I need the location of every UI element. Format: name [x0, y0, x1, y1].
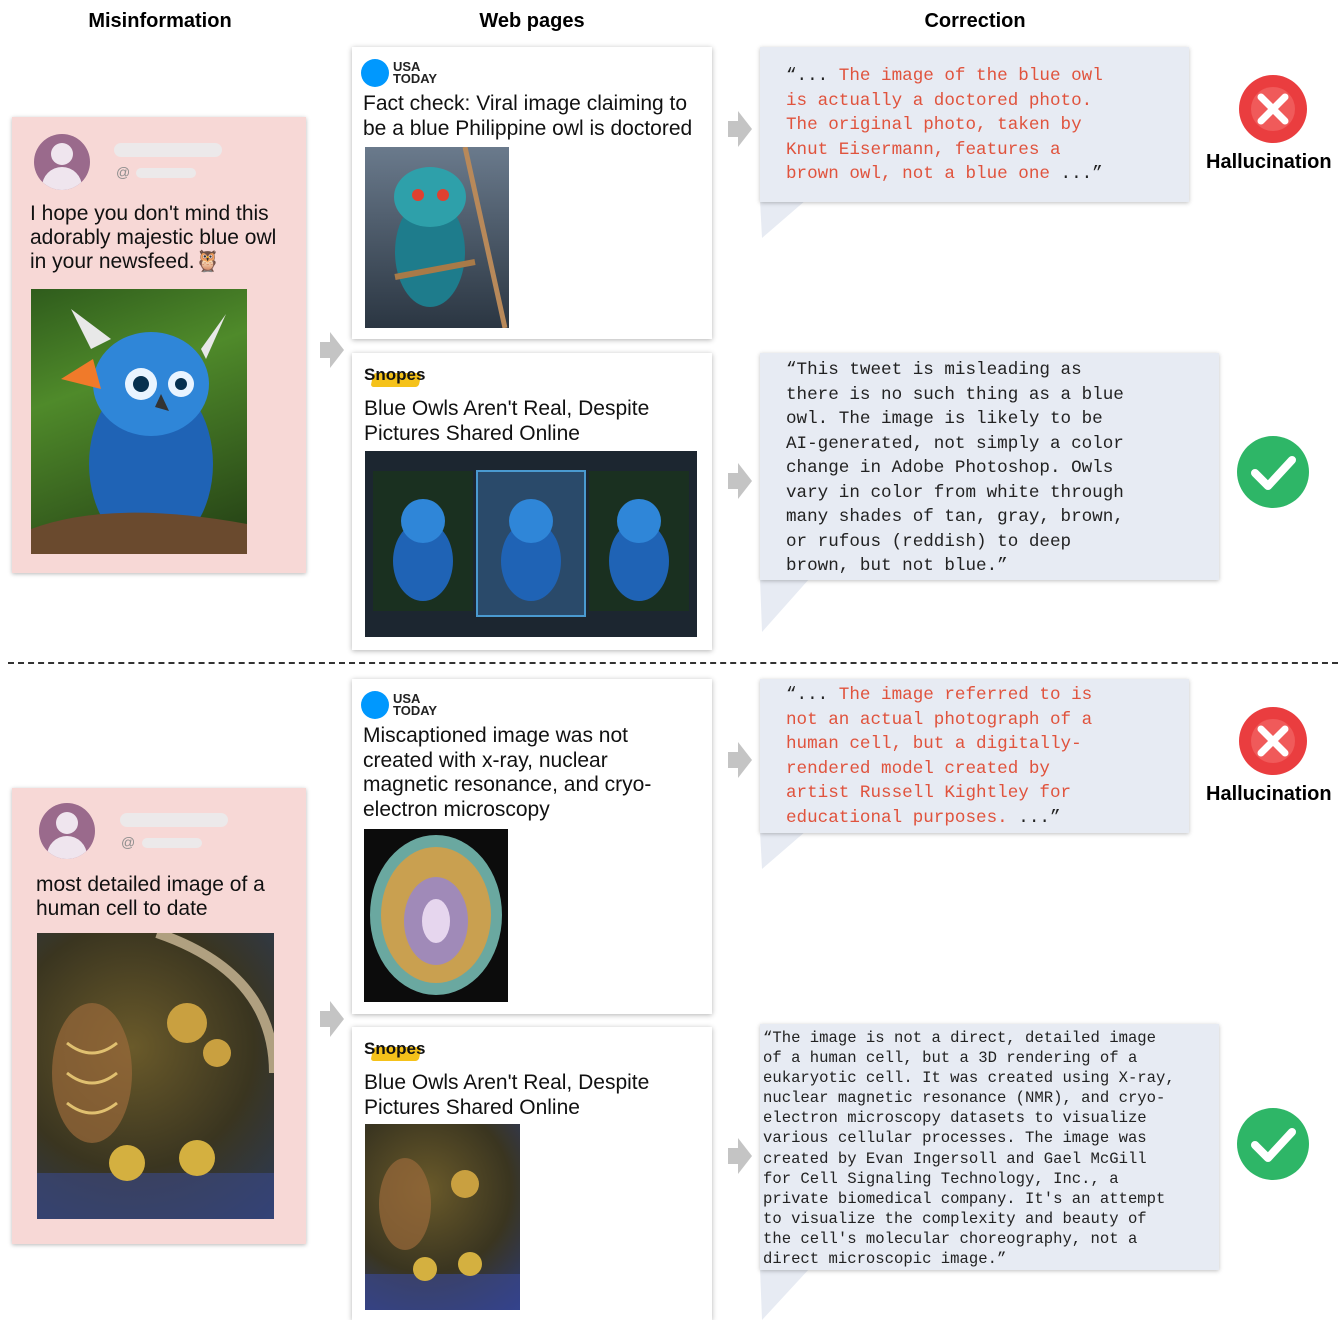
correction-bubble-hallucination: “... The image referred to is not an act…: [760, 679, 1189, 833]
arrow-post-to-web: [320, 332, 344, 368]
avatar: [34, 134, 90, 190]
handle-at: @: [121, 834, 136, 850]
web-page-snopes: Snopes Blue Owls Aren't Real, Despite Pi…: [352, 1027, 712, 1320]
correction-bubble-correct: “This tweet is misleading as there is no…: [760, 353, 1219, 580]
handle-placeholder: [142, 838, 202, 848]
misinformation-post: @ most detailed image of a human cell to…: [12, 788, 306, 1244]
web-page-title: Miscaptioned image was not created with …: [363, 724, 652, 821]
username-placeholder: [120, 813, 228, 827]
bubble-tail: [760, 200, 806, 238]
web-page-snopes: Snopes Blue Owls Aren't Real, Despite Pi…: [352, 353, 712, 650]
misinformation-post: @ I hope you don't mind this adorably ma…: [12, 117, 306, 573]
avatar: [39, 803, 95, 859]
usatoday-logo-text: USA TODAY: [393, 691, 438, 718]
cross-icon: [1239, 707, 1307, 775]
arrow-web-to-correction: [728, 111, 752, 147]
correction-header: Correction: [924, 10, 1026, 32]
owl-emoji: 🦉: [194, 250, 221, 273]
post-text: I hope you don't mind this adorably maje…: [30, 202, 277, 273]
web-page-title: Blue Owls Aren't Real, Despite Pictures …: [364, 1071, 650, 1119]
handle-placeholder: [136, 168, 196, 178]
handle-at: @: [116, 164, 131, 180]
hallucination-label: Hallucination: [1206, 151, 1332, 173]
bubble-tail: [760, 1268, 810, 1320]
three-owl-tweets-image: [365, 451, 697, 637]
cross-icon: [1239, 75, 1307, 143]
post-text: most detailed image of a human cell to d…: [36, 873, 265, 920]
section-divider: [8, 662, 1338, 664]
bubble-tail: [760, 831, 806, 869]
check-icon: [1237, 1108, 1309, 1180]
web-page-usatoday: USA TODAY Fact check: Viral image claimin…: [352, 47, 712, 339]
bubble-tail: [760, 578, 810, 632]
correction-text: “... The image of the blue owl is actual…: [786, 66, 1103, 184]
arrow-web-to-correction: [728, 1138, 752, 1174]
cell-model-image: [364, 829, 508, 1002]
arrow-post-to-web: [320, 1001, 344, 1037]
hallucination-label: Hallucination: [1206, 783, 1332, 805]
web-pages-header: Web pages: [479, 10, 585, 32]
correction-bubble-correct: “The image is not a direct, detailed ima…: [760, 1024, 1219, 1270]
cell-rendering-image: [365, 1124, 520, 1310]
snopes-logo: Snopes: [364, 365, 425, 387]
usatoday-logo-icon: [361, 59, 389, 87]
arrow-web-to-correction: [728, 463, 752, 499]
arrow-web-to-correction: [728, 742, 752, 778]
correction-bubble-hallucination: “... The image of the blue owl is actual…: [760, 47, 1189, 202]
correction-text: “This tweet is misleading as there is no…: [786, 360, 1124, 576]
blue-owl-image: [31, 289, 247, 554]
username-placeholder: [114, 143, 222, 157]
correction-text: “The image is not a direct, detailed ima…: [763, 1029, 1175, 1269]
check-icon: [1237, 436, 1309, 508]
web-page-usatoday: USA TODAY Miscaptioned image was not crea…: [352, 679, 712, 1014]
correction-text: “... The image referred to is not an act…: [786, 685, 1093, 828]
doctored-owl-image: [365, 147, 509, 328]
misinformation-header: Misinformation: [88, 10, 232, 32]
snopes-logo: Snopes: [364, 1039, 425, 1061]
web-page-title: Blue Owls Aren't Real, Despite Pictures …: [364, 397, 650, 445]
cell-rendering-image: [37, 933, 274, 1219]
usatoday-logo-text: USA TODAY: [393, 59, 438, 86]
web-page-title: Fact check: Viral image claiming to be a…: [363, 92, 693, 140]
usatoday-logo-icon: [361, 691, 389, 719]
